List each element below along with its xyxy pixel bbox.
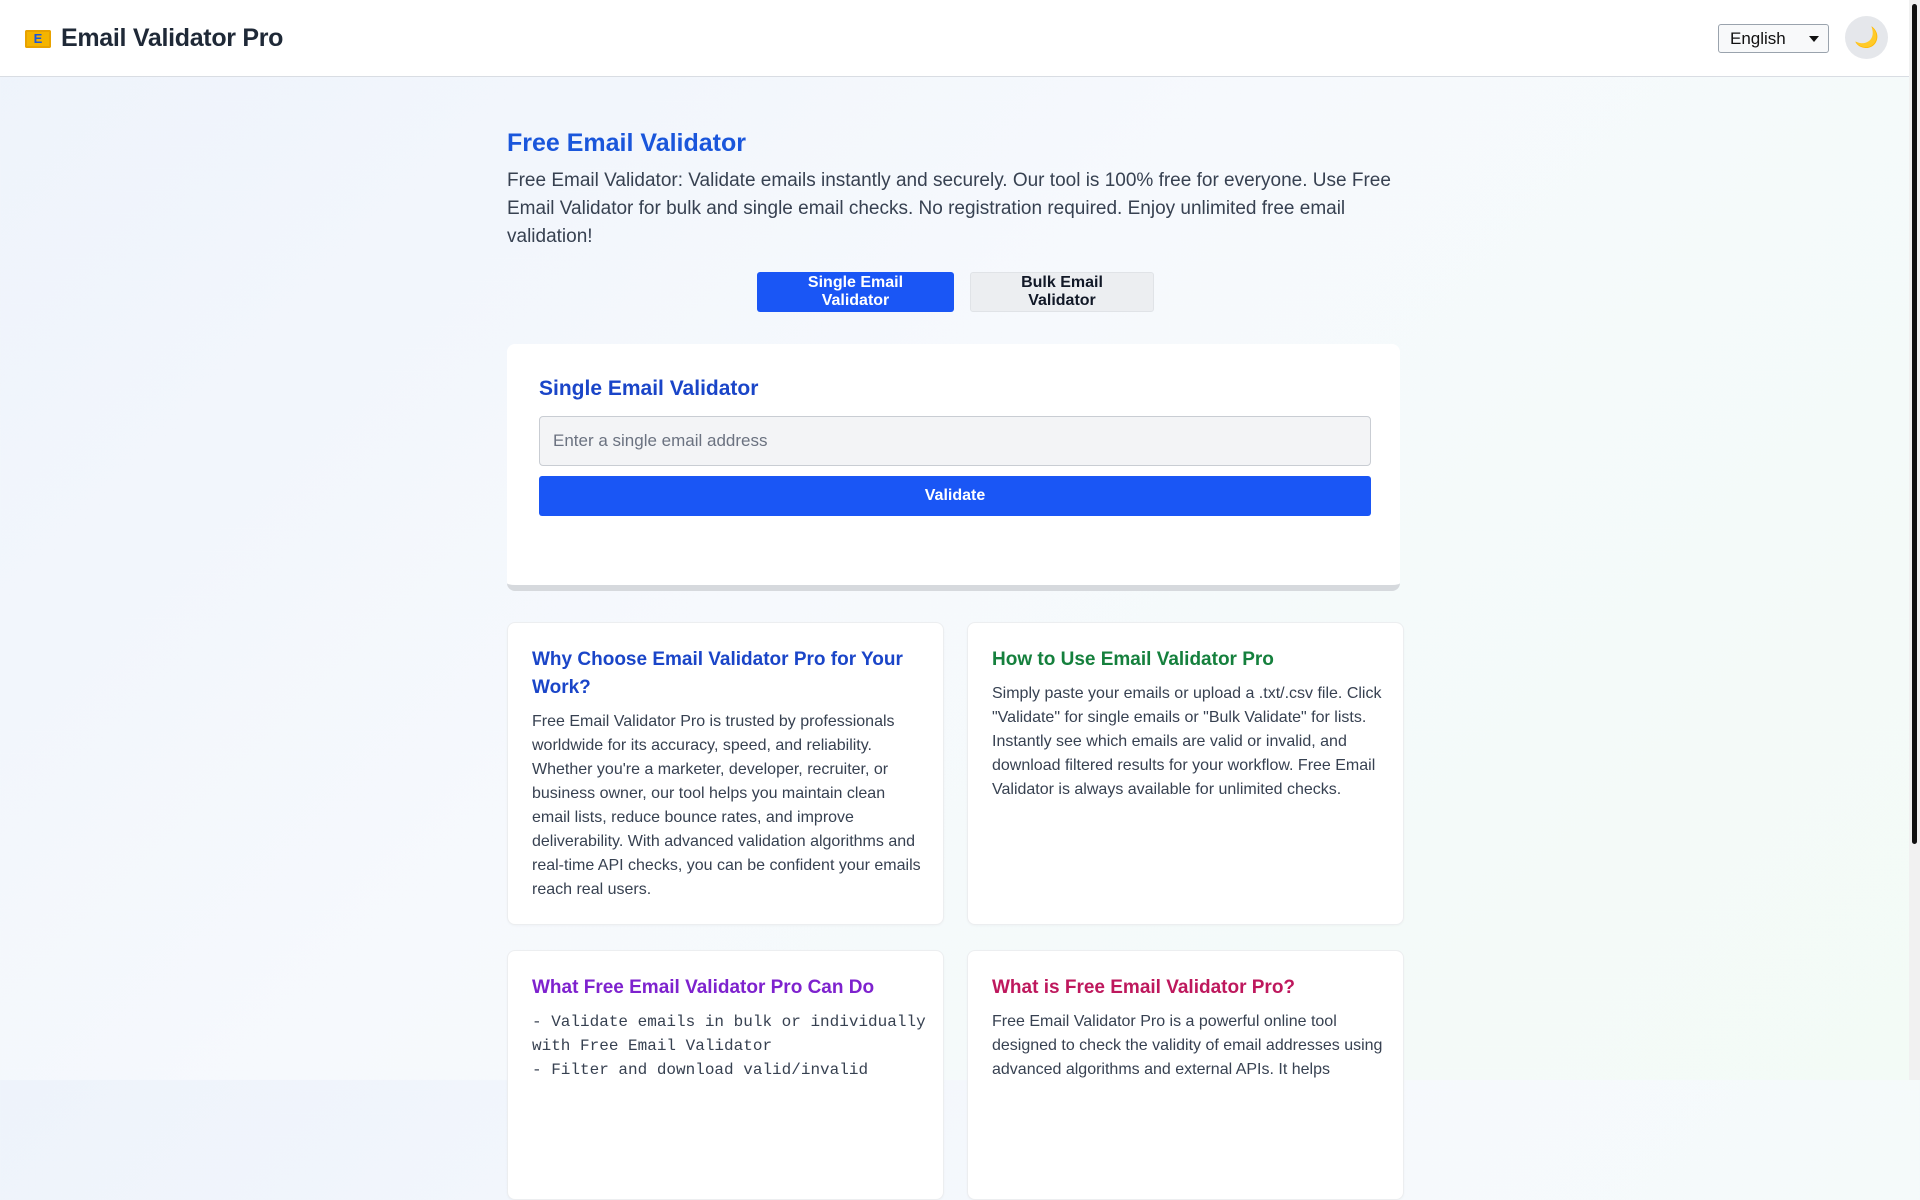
info-card-why-choose: Why Choose Email Validator Pro for Your … [507,622,944,925]
email-input[interactable] [539,416,1371,466]
info-card-title: What is Free Email Validator Pro? [992,977,1296,998]
theme-toggle-button[interactable]: 🌙 [1845,16,1888,59]
page-description: Free Email Validator: Validate emails in… [507,170,1391,247]
language-select[interactable]: English [1718,24,1829,53]
single-validator-card: Single Email Validator Validate [507,344,1400,591]
page-title: Free Email Validator [507,129,746,157]
tab-single-email-validator[interactable]: Single Email Validator [757,272,954,312]
info-card-body: - Validate emails in bulk or individuall… [532,1013,926,1079]
validator-tabs: Single Email Validator Bulk Email Valida… [757,272,1154,312]
info-card-what-is: What is Free Email Validator Pro? Free E… [967,950,1404,1200]
chevron-down-icon [1809,36,1819,42]
validate-button[interactable]: Validate [539,476,1371,516]
info-card-how-to-use: How to Use Email Validator Pro Simply pa… [967,622,1404,925]
moon-icon: 🌙 [1854,27,1879,49]
page-scrollbar[interactable] [1909,0,1920,1080]
validator-card-title: Single Email Validator [539,377,759,400]
top-header: E Email Validator Pro English 🌙 [0,0,1909,77]
email-logo-icon: E [25,29,51,48]
info-card-what-can-do: What Free Email Validator Pro Can Do - V… [507,950,944,1200]
language-selected-value: English [1730,28,1786,48]
info-card-title: How to Use Email Validator Pro [992,649,1274,670]
scrollbar-thumb[interactable] [1912,4,1917,844]
tab-bulk-email-validator[interactable]: Bulk Email Validator [970,272,1154,312]
info-card-title: Why Choose Email Validator Pro for Your … [532,649,903,698]
info-card-body: Free Email Validator Pro is a powerful o… [992,1013,1383,1078]
info-card-body: Free Email Validator Pro is trusted by p… [532,713,921,898]
brand-title: Email Validator Pro [61,24,284,52]
info-card-body: Simply paste your emails or upload a .tx… [992,685,1382,798]
brand[interactable]: E Email Validator Pro [25,0,283,77]
info-card-title: What Free Email Validator Pro Can Do [532,977,875,998]
